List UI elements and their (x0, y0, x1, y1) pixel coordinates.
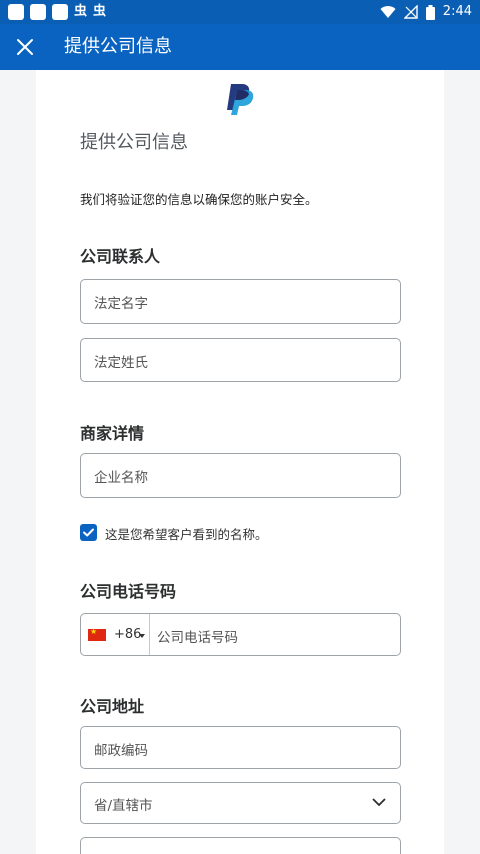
checkmark-icon (83, 528, 94, 537)
notification-square-icon (30, 4, 46, 20)
first-name-placeholder: 法定名字 (94, 296, 148, 312)
last-name-placeholder: 法定姓氏 (94, 355, 148, 371)
close-icon[interactable] (12, 34, 38, 60)
wifi-icon (380, 6, 396, 19)
paypal-logo-icon (227, 84, 254, 115)
display-name-checkbox-label: 这是您希望客户看到的名称。 (105, 527, 268, 542)
section-title-contact: 公司联系人 (80, 247, 161, 266)
status-bar: 虫 虫 2:44 (0, 0, 480, 24)
business-name-placeholder: 企业名称 (94, 470, 148, 486)
next-address-field[interactable] (80, 837, 401, 854)
section-title-phone: 公司电话号码 (80, 582, 177, 601)
phone-field[interactable]: ★ +86 公司电话号码 (80, 613, 401, 656)
postal-code-placeholder: 邮政编码 (94, 743, 148, 759)
country-code-selector[interactable]: ★ +86 (81, 614, 150, 655)
status-notifications: 虫 虫 (8, 3, 106, 21)
bug-icon: 虫 (93, 4, 107, 19)
province-placeholder: 省/直辖市 (94, 798, 153, 814)
last-name-field[interactable]: 法定姓氏 (80, 338, 401, 382)
notification-square-icon (8, 4, 24, 20)
section-title-address: 公司地址 (80, 697, 145, 716)
page-heading: 提供公司信息 (80, 132, 188, 153)
battery-icon (425, 4, 435, 20)
bug-icon: 虫 (74, 4, 88, 19)
caret-down-icon (139, 634, 145, 638)
business-name-field[interactable]: 企业名称 (80, 453, 401, 498)
phone-placeholder: 公司电话号码 (157, 630, 238, 646)
country-code-value: +86 (114, 627, 142, 642)
signal-off-icon (403, 5, 418, 19)
section-title-merchant: 商家详情 (80, 424, 145, 443)
status-time: 2:44 (442, 4, 472, 19)
status-system: 2:44 (380, 3, 472, 21)
page-description: 我们将验证您的信息以确保您的账户安全。 (80, 192, 318, 207)
china-flag-icon: ★ (88, 627, 106, 641)
chevron-down-icon (372, 798, 386, 807)
notification-square-icon (52, 4, 68, 20)
first-name-field[interactable]: 法定名字 (80, 279, 401, 324)
display-name-checkbox[interactable] (80, 524, 97, 541)
postal-code-field[interactable]: 邮政编码 (80, 726, 401, 769)
app-bar-title: 提供公司信息 (64, 36, 172, 57)
app-bar: 提供公司信息 (0, 24, 480, 70)
province-select[interactable]: 省/直辖市 (80, 782, 401, 824)
